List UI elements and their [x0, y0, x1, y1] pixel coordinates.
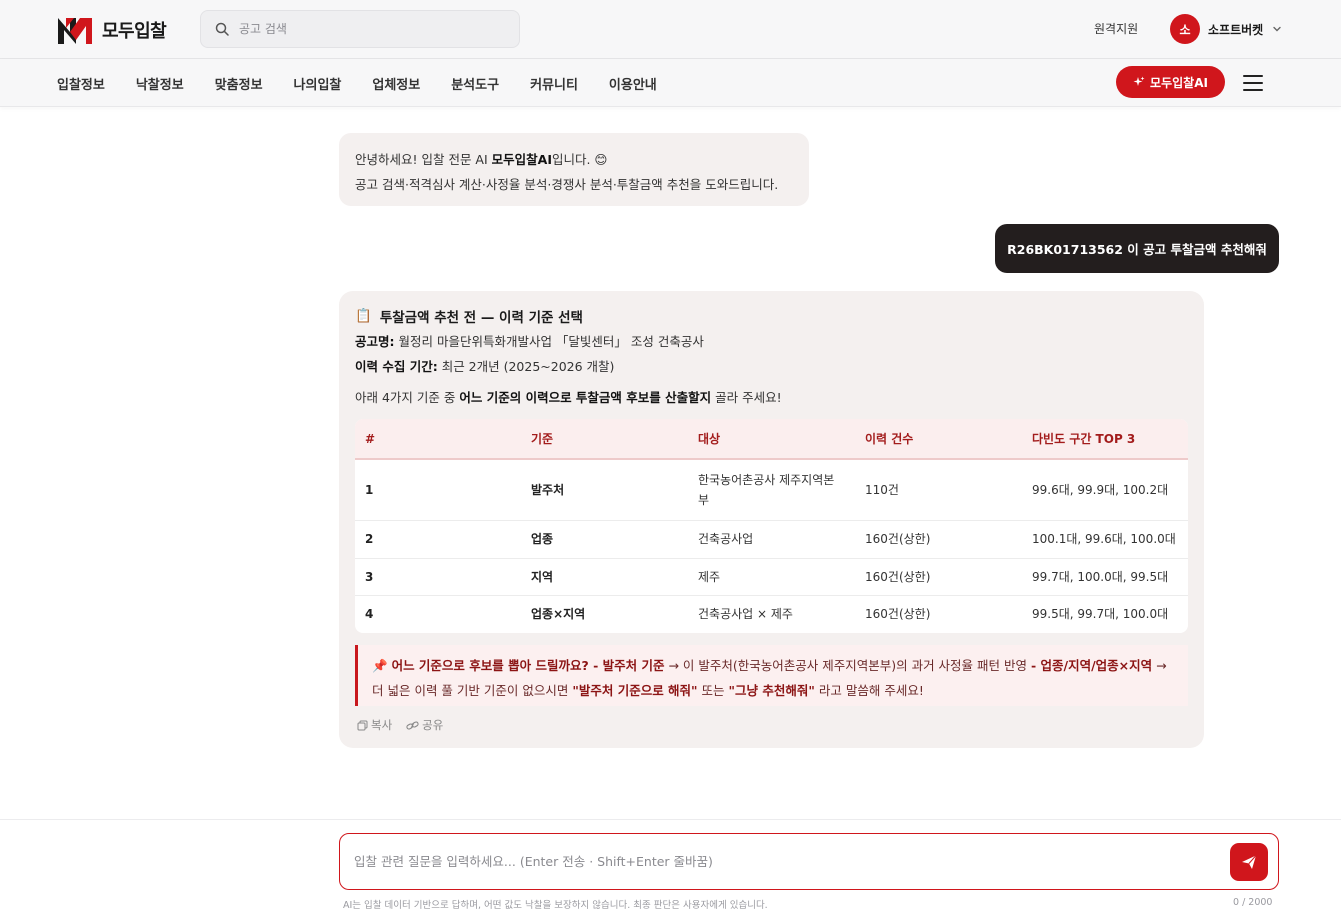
send-icon: [1242, 855, 1257, 869]
table-header-row: # 기준 대상 이력 건수 다빈도 구간 TOP 3: [355, 419, 1188, 460]
send-button[interactable]: [1230, 843, 1268, 881]
composer-area: AI는 입찰 데이터 기반으로 답하며, 어떤 값도 낙찰을 보장하지 않습니다…: [0, 819, 1341, 919]
clipboard-icon: 📋: [355, 308, 372, 324]
search-icon: [215, 22, 229, 36]
chevron-down-icon: [1273, 26, 1281, 32]
greeting-pre: 안녕하세요! 입찰 전문 AI: [355, 152, 492, 167]
table-row[interactable]: 1 발주처 한국농어촌공사 제주지역본부 110건 99.6대, 99.9대, …: [355, 459, 1188, 521]
top-header: 모두입찰 원격지원 소 소프트버켓: [0, 0, 1341, 59]
user-menu[interactable]: 소 소프트버켓: [1170, 14, 1283, 44]
main-nav: 입찰정보 낙찰정보 맞춤정보 나의입찰 업체정보 분석도구 커뮤니티 이용안내 …: [0, 59, 1341, 107]
notice-name-line: 공고명: 월정리 마을단위특화개발사업 「달빛센터」 조성 건축공사: [355, 334, 704, 349]
nav-item-company-info[interactable]: 업체정보: [372, 74, 420, 93]
selection-prompt: 아래 4가지 기준 중 어느 기준의 이력으로 투찰금액 후보를 산출할지 골라…: [355, 390, 782, 405]
response-title: 📋 투찰금액 추천 전 — 이력 기준 선택: [355, 305, 1188, 327]
col-header-criterion: 기준: [521, 419, 688, 460]
avatar: 소: [1170, 14, 1200, 44]
nav-item-bid-info[interactable]: 입찰정보: [57, 74, 105, 93]
criteria-table: # 기준 대상 이력 건수 다빈도 구간 TOP 3 1 발주처 한국농어촌공사…: [355, 419, 1188, 633]
greeting-line2: 공고 검색·적격심사 계산·사정율 분석·경쟁사 분석·투찰금액 추천을 도와드…: [355, 177, 779, 192]
message-actions: 복사 공유: [357, 717, 443, 733]
ai-assistant-button[interactable]: 모두입찰AI: [1116, 66, 1225, 98]
ai-disclaimer: AI는 입찰 데이터 기반으로 답하며, 어떤 값도 낙찰을 보장하지 않습니다…: [343, 900, 768, 911]
ai-response-message: 📋 투찰금액 추천 전 — 이력 기준 선택 공고명: 월정리 마을단위특화개발…: [339, 291, 1204, 748]
criteria-callout: 📌 어느 기준으로 후보를 뽑아 드릴까요? - 발주처 기준 → 이 발주처(…: [355, 645, 1188, 706]
nav-item-award-info[interactable]: 낙찰정보: [136, 74, 184, 93]
search-input[interactable]: [239, 22, 499, 36]
logo-text: 모두입찰: [102, 21, 167, 42]
greeting-brand: 모두입찰AI: [491, 152, 552, 167]
table-row[interactable]: 4 업종×지역 건축공사업 × 제주 160건(상한) 99.5대, 99.7대…: [355, 595, 1188, 632]
nav-item-guide[interactable]: 이용안내: [609, 74, 657, 93]
col-header-top3: 다빈도 구간 TOP 3: [1022, 419, 1188, 460]
message-input[interactable]: [354, 854, 1204, 869]
response-title-text: 투찰금액 추천 전 — 이력 기준 선택: [379, 310, 583, 326]
message-composer[interactable]: [339, 833, 1279, 890]
search-box[interactable]: [200, 10, 520, 48]
remote-support-link[interactable]: 원격지원: [1094, 20, 1138, 37]
logo-mark-icon: [58, 18, 92, 44]
nav-item-analysis-tools[interactable]: 분석도구: [451, 74, 499, 93]
ai-greeting-message: 안녕하세요! 입찰 전문 AI 모두입찰AI입니다. 😊 공고 검색·적격심사 …: [339, 133, 809, 206]
ai-button-label: 모두입찰AI: [1150, 75, 1208, 90]
hamburger-menu-icon[interactable]: [1243, 75, 1263, 91]
nav-item-my-bids[interactable]: 나의입찰: [294, 74, 342, 93]
user-message: R26BK01713562 이 공고 투찰금액 추천해줘: [995, 224, 1279, 273]
greeting-post: 입니다. 😊: [551, 152, 608, 167]
logo[interactable]: 모두입찰: [56, 14, 167, 46]
link-icon: [406, 720, 419, 730]
nav-item-custom-info[interactable]: 맞춤정보: [215, 74, 263, 93]
table-row[interactable]: 3 지역 제주 160건(상한) 99.7대, 100.0대, 99.5대: [355, 558, 1188, 596]
copy-icon: [357, 720, 368, 730]
col-header-history-count: 이력 건수: [855, 419, 1022, 460]
user-name: 소프트버켓: [1208, 22, 1264, 37]
sparkle-icon: [1133, 76, 1145, 86]
share-button[interactable]: 공유: [406, 717, 443, 733]
pin-icon: 📌: [372, 658, 388, 673]
col-header-number: #: [355, 419, 521, 460]
col-header-target: 대상: [688, 419, 855, 460]
table-row[interactable]: 2 업종 건축공사업 160건(상한) 100.1대, 99.6대, 100.0…: [355, 520, 1188, 559]
history-period-line: 이력 수집 기간: 최근 2개년 (2025~2026 개찰): [355, 359, 615, 374]
character-counter: 0 / 2000: [1233, 897, 1273, 908]
copy-button[interactable]: 복사: [357, 717, 392, 733]
nav-item-community[interactable]: 커뮤니티: [530, 74, 578, 93]
